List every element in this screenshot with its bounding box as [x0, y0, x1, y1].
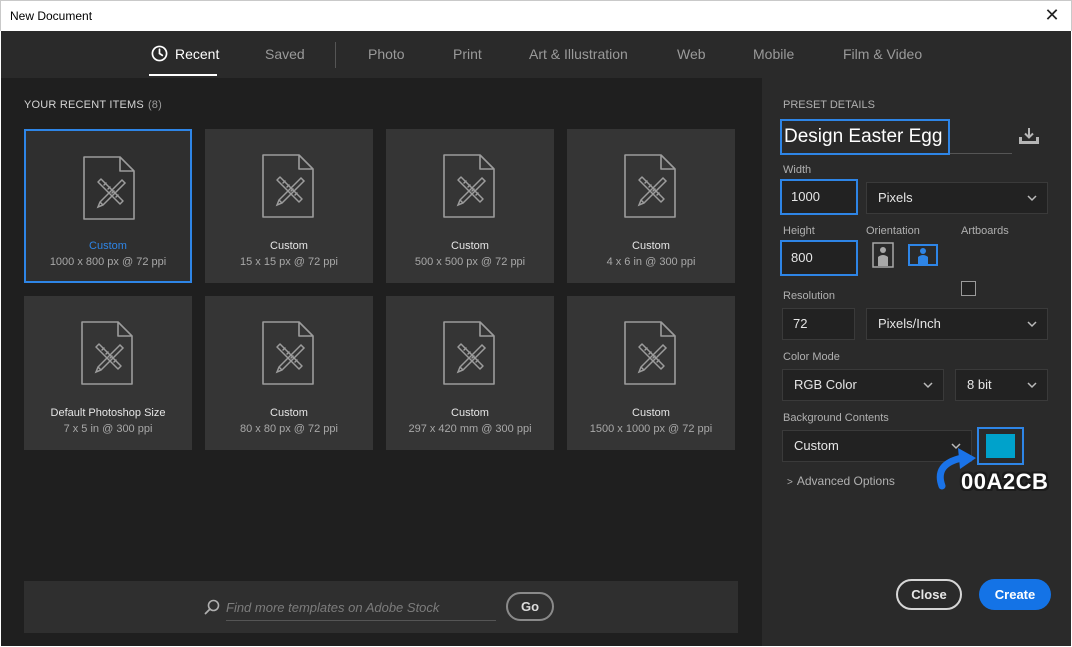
new-document-dialog: Recent Saved Photo Print Art & Illustrat… — [1, 31, 1071, 646]
preset-details-heading: PRESET DETAILS — [783, 99, 875, 111]
recent-card-name: Custom — [632, 240, 670, 252]
recent-card[interactable]: Custom 500 x 500 px @ 72 ppi — [386, 129, 554, 283]
recent-items-count: (8) — [147, 99, 162, 111]
color-mode-value: RGB Color — [794, 377, 857, 392]
height-label: Height — [783, 225, 815, 237]
tab-photo[interactable]: Photo — [368, 46, 405, 62]
tab-active-indicator — [149, 74, 217, 76]
width-unit-value: Pixels — [878, 190, 913, 205]
preset-details-panel: PRESET DETAILS Design Easter Egg Width 1… — [762, 78, 1071, 646]
tab-mobile[interactable]: Mobile — [753, 46, 794, 62]
document-icon — [81, 321, 133, 385]
width-unit-select[interactable]: Pixels — [866, 182, 1048, 214]
orientation-label: Orientation — [866, 225, 920, 237]
document-icon — [262, 154, 314, 218]
recent-card[interactable]: Custom 80 x 80 px @ 72 ppi — [205, 296, 373, 450]
tab-recent[interactable]: Recent — [175, 46, 219, 62]
recent-card-name: Custom — [632, 407, 670, 419]
resolution-unit-value: Pixels/Inch — [878, 316, 941, 331]
recent-card[interactable]: Custom 1500 x 1000 px @ 72 ppi — [567, 296, 735, 450]
recent-card[interactable]: Custom 15 x 15 px @ 72 ppi — [205, 129, 373, 283]
recent-card-name: Default Photoshop Size — [50, 407, 166, 419]
go-button[interactable]: Go — [506, 592, 554, 621]
recent-card[interactable]: Custom 297 x 420 mm @ 300 ppi — [386, 296, 554, 450]
clock-icon — [151, 45, 168, 62]
recent-card[interactable]: Custom 4 x 6 in @ 300 ppi — [567, 129, 735, 283]
background-contents-value: Custom — [794, 438, 839, 453]
recent-card-dimensions: 297 x 420 mm @ 300 ppi — [408, 423, 532, 435]
portrait-orientation-icon[interactable] — [872, 242, 894, 268]
tab-separator — [335, 42, 336, 68]
artboards-label: Artboards — [961, 225, 1009, 237]
recent-card-name: Custom — [89, 240, 127, 252]
document-icon — [83, 156, 135, 220]
chevron-down-icon — [1027, 382, 1037, 389]
document-icon — [624, 154, 676, 218]
background-color-fill — [986, 434, 1015, 458]
recent-card-dimensions: 500 x 500 px @ 72 ppi — [414, 256, 526, 268]
landscape-orientation-icon[interactable] — [908, 244, 938, 266]
recent-card-dimensions: 15 x 15 px @ 72 ppi — [239, 256, 338, 268]
window-titlebar: New Document ✕ — [0, 0, 1072, 31]
tab-web[interactable]: Web — [677, 46, 706, 62]
width-input[interactable]: 1000 — [780, 179, 858, 215]
chevron-down-icon — [923, 382, 933, 389]
chevron-down-icon — [1027, 321, 1037, 328]
save-preset-icon[interactable] — [1018, 127, 1040, 145]
recent-card-dimensions: 1000 x 800 px @ 72 ppi — [49, 256, 167, 268]
bit-depth-select[interactable]: 8 bit — [955, 369, 1048, 401]
close-button[interactable]: Close — [896, 579, 962, 610]
preset-name-field[interactable]: Design Easter Egg — [780, 119, 950, 155]
document-icon — [443, 321, 495, 385]
search-icon — [204, 599, 220, 615]
recent-card-dimensions: 1500 x 1000 px @ 72 ppi — [589, 423, 713, 435]
preset-tabbar: Recent Saved Photo Print Art & Illustrat… — [1, 31, 1071, 78]
resolution-label: Resolution — [783, 290, 835, 302]
color-mode-label: Color Mode — [783, 351, 840, 363]
background-color-swatch[interactable] — [977, 427, 1024, 465]
recent-card-dimensions: 4 x 6 in @ 300 ppi — [606, 256, 696, 268]
recent-card[interactable]: Default Photoshop Size 7 x 5 in @ 300 pp… — [24, 296, 192, 450]
recent-card-name: Custom — [270, 407, 308, 419]
recent-items-title: YOUR RECENT ITEMS — [24, 99, 144, 111]
background-contents-label: Background Contents — [783, 412, 889, 424]
window-close-icon[interactable]: ✕ — [1041, 5, 1063, 27]
tab-film-video[interactable]: Film & Video — [843, 46, 922, 62]
window-title: New Document — [10, 9, 93, 23]
resolution-unit-select[interactable]: Pixels/Inch — [866, 308, 1048, 340]
bit-depth-value: 8 bit — [967, 377, 992, 392]
document-icon — [262, 321, 314, 385]
stock-search-bar: Go — [24, 581, 738, 633]
stock-search-input[interactable] — [226, 595, 496, 621]
height-input[interactable]: 800 — [780, 240, 858, 276]
create-button[interactable]: Create — [979, 579, 1051, 610]
chevron-down-icon — [1027, 195, 1037, 202]
advanced-options-label: Advanced Options — [796, 474, 895, 488]
recent-items-heading: YOUR RECENT ITEMS (8) — [24, 99, 162, 111]
document-icon — [443, 154, 495, 218]
recent-card[interactable]: Custom 1000 x 800 px @ 72 ppi — [24, 129, 192, 283]
chevron-right-icon: > — [787, 477, 793, 488]
recent-card-name: Custom — [451, 240, 489, 252]
recent-card-name: Custom — [451, 407, 489, 419]
recent-card-name: Custom — [270, 240, 308, 252]
recent-card-dimensions: 7 x 5 in @ 300 ppi — [63, 423, 153, 435]
document-icon — [624, 321, 676, 385]
tab-art-illustration[interactable]: Art & Illustration — [529, 46, 628, 62]
width-label: Width — [783, 164, 812, 176]
resolution-input[interactable]: 72 — [782, 308, 855, 340]
tab-print[interactable]: Print — [453, 46, 482, 62]
annotation-hex-label: 00A2CB — [961, 469, 1049, 494]
recent-card-dimensions: 80 x 80 px @ 72 ppi — [239, 423, 338, 435]
artboards-checkbox[interactable] — [961, 281, 976, 296]
tab-saved[interactable]: Saved — [265, 46, 305, 62]
preset-name-underline — [950, 153, 1012, 154]
color-mode-select[interactable]: RGB Color — [782, 369, 944, 401]
advanced-options-toggle[interactable]: > Advanced Options — [787, 474, 895, 488]
